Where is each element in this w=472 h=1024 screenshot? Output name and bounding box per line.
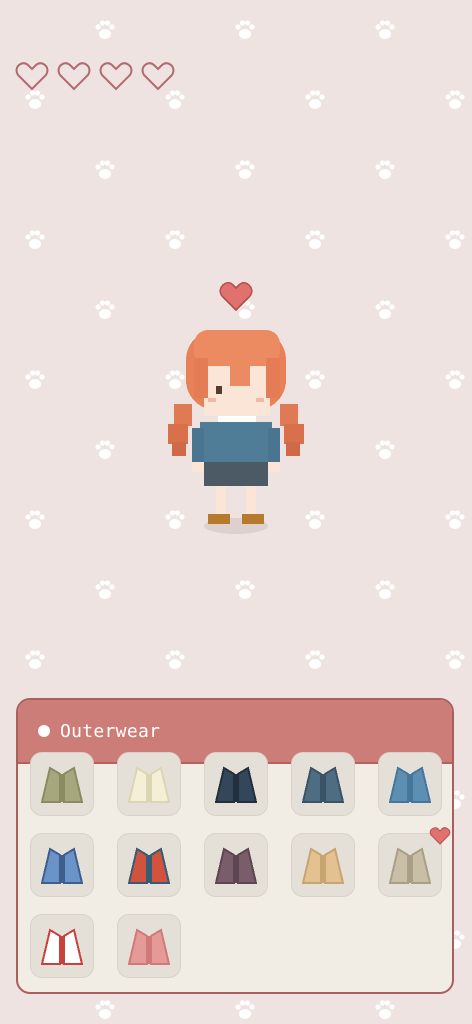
health-hearts xyxy=(14,60,176,92)
outerwear-item-mauve-coat[interactable] xyxy=(204,833,268,897)
coat-icon xyxy=(40,847,84,884)
affection-heart-icon xyxy=(219,282,253,312)
outerwear-item-navy-jacket[interactable] xyxy=(204,752,268,816)
coat-icon xyxy=(388,766,432,803)
wardrobe-panel: Outerwear xyxy=(16,698,454,994)
category-title: Outerwear xyxy=(60,720,161,742)
favorite-heart-icon xyxy=(429,827,451,845)
coat-icon xyxy=(40,766,84,803)
outerwear-item-slate-coat[interactable] xyxy=(291,752,355,816)
outerwear-item-blue-jacket[interactable] xyxy=(378,752,442,816)
item-grid xyxy=(30,752,451,978)
outerwear-item-khaki-coat[interactable] xyxy=(378,827,451,897)
heart-outline-icon xyxy=(57,62,91,91)
category-dot-icon xyxy=(38,725,50,737)
outerwear-item-pink-coat[interactable] xyxy=(117,914,181,978)
coat-icon xyxy=(127,847,171,884)
outerwear-item-plaid-coat[interactable] xyxy=(117,833,181,897)
outerwear-item-olive-jacket[interactable] xyxy=(30,752,94,816)
pixel-character[interactable] xyxy=(160,278,312,540)
outerwear-item-sailor-coat[interactable] xyxy=(30,914,94,978)
coat-icon xyxy=(301,766,345,803)
coat-icon xyxy=(388,847,432,884)
outerwear-item-tan-coat[interactable] xyxy=(291,833,355,897)
outerwear-item-cream-coat[interactable] xyxy=(117,752,181,816)
heart-outline-icon xyxy=(99,62,133,91)
outerwear-item-denim-jacket[interactable] xyxy=(30,833,94,897)
heart-outline-icon xyxy=(15,62,49,91)
coat-icon xyxy=(214,766,258,803)
coat-icon xyxy=(40,928,84,965)
coat-icon xyxy=(127,928,171,965)
coat-icon xyxy=(127,766,171,803)
coat-icon xyxy=(301,847,345,884)
coat-icon xyxy=(214,847,258,884)
heart-outline-icon xyxy=(141,62,175,91)
